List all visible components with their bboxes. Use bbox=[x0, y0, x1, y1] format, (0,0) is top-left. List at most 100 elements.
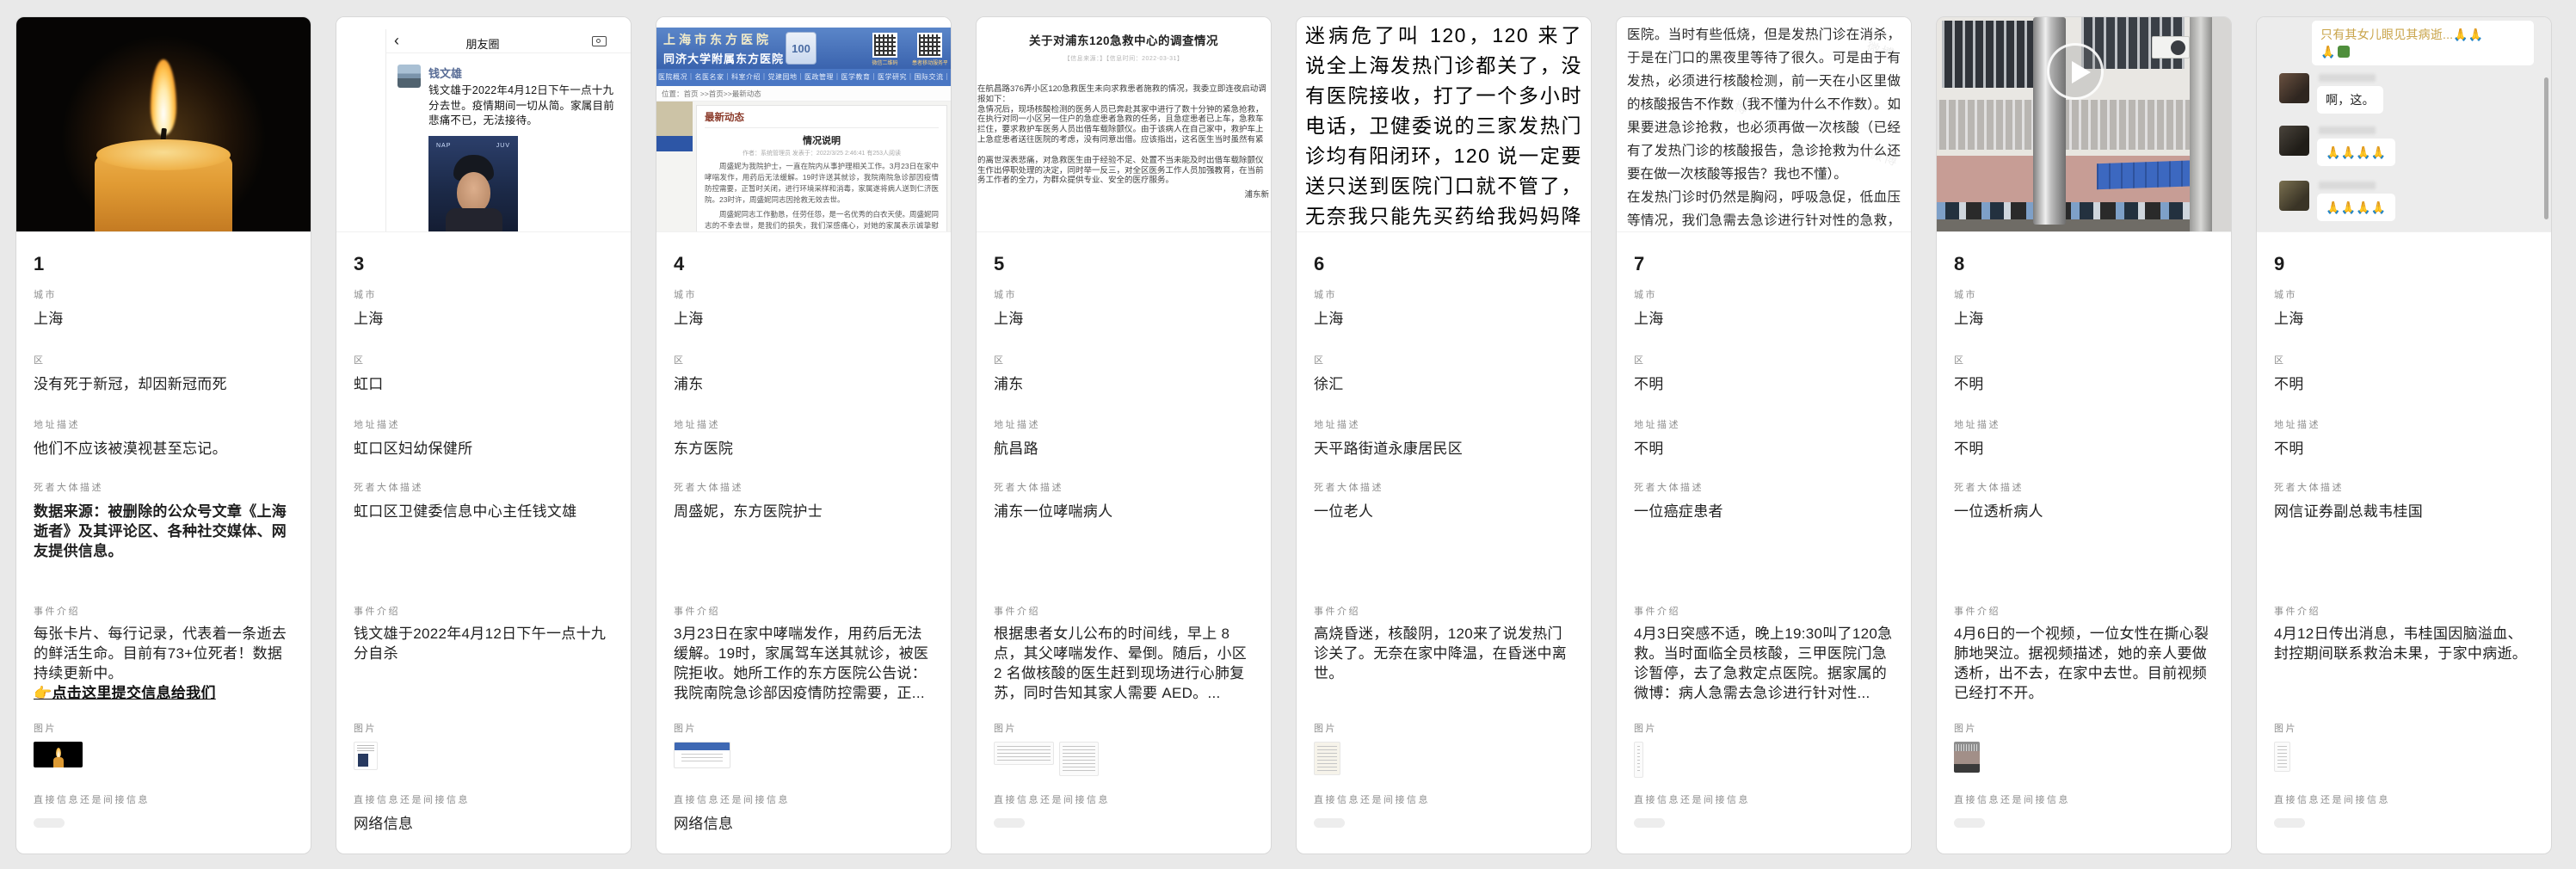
death-record-card[interactable]: 8 城市上海 区不明 地址描述不明 死者大体描述一位透析病人 事件介绍4月6日的… bbox=[1936, 16, 2232, 854]
field-label-event: 事件介绍 bbox=[1314, 606, 1574, 618]
field-label-deceased: 死者大体描述 bbox=[1954, 482, 2214, 494]
deceased-value: 网信证券副总裁韦桂国 bbox=[2274, 502, 2534, 521]
event-value: 每张卡片、每行记录，代表着一条逝去的鲜活生命。目前有73+位死者！数据持续更新中… bbox=[34, 624, 293, 704]
face-shape bbox=[457, 172, 490, 213]
field-label-district: 区 bbox=[1634, 354, 1894, 367]
district-value: 没有死于新冠，却因新冠而死 bbox=[34, 374, 293, 394]
announcement-panel: 最新动态 情况说明 作者：系统管理员 发表于：2022/3/25 2:46:41… bbox=[696, 105, 947, 232]
field-label-address: 地址描述 bbox=[34, 419, 293, 431]
avatar bbox=[2279, 73, 2309, 103]
death-record-card[interactable]: 微博 微博 微博 医院。当时有些低烧，但是发热门诊在消杀，于是在门口的黑夜里等待… bbox=[1616, 16, 1912, 854]
camera-icon bbox=[592, 36, 607, 46]
wechat-moments-screenshot: ‹ 朋友圈 钱文雄 钱文雄于2022年4月12日下午一点十九分去世。疫情期间一切… bbox=[336, 17, 631, 232]
deceased-value: 周盛妮，东方医院护士 bbox=[674, 502, 934, 521]
play-button-icon[interactable] bbox=[2047, 43, 2104, 100]
field-label-deceased: 死者大体描述 bbox=[34, 482, 293, 494]
field-label-image: 图片 bbox=[1954, 723, 2214, 735]
field-label-deceased: 死者大体描述 bbox=[354, 482, 613, 494]
field-label-direct: 直接信息还是间接信息 bbox=[34, 794, 293, 806]
evidence-thumbnail[interactable] bbox=[1634, 742, 1643, 778]
card-number: 9 bbox=[2274, 232, 2534, 275]
event-value: 4月6日的一个视频，一位女性在撕心裂肺地哭泣。据视频描述，她的亲人要做透析，出不… bbox=[1954, 624, 2214, 703]
weibo-text-screenshot: 微博 微博 微博 医院。当时有些低烧，但是发热门诊在消杀，于是在门口的黑夜里等待… bbox=[1617, 17, 1911, 232]
district-value: 不明 bbox=[1954, 374, 2214, 394]
death-record-card[interactable]: 只有其女儿眼见其病逝...🙏🙏 🙏 啊，这。 🙏🙏🙏🙏 🙏🙏🙏🙏 9 城市上海 … bbox=[2256, 16, 2552, 854]
field-label-image: 图片 bbox=[1314, 723, 1574, 735]
district-value: 浦东 bbox=[674, 374, 934, 394]
field-label-address: 地址描述 bbox=[354, 419, 613, 431]
field-label-deceased: 死者大体描述 bbox=[1634, 482, 1894, 494]
death-record-card[interactable]: 迷病危了叫 120，120 来了说全上海发热门诊都关了，没有医院接收，打了一个多… bbox=[1296, 16, 1592, 854]
site-nav: 医院概况｜名医名家｜科室介绍｜党建园地｜医政管理｜医学教育｜医学研究｜国际交流｜… bbox=[656, 69, 951, 86]
doc-meta: 作者：系统管理员 发表于：2022/3/25 2:46:41 有253人阅读 bbox=[705, 149, 939, 157]
field-label-city: 城市 bbox=[1954, 289, 2214, 301]
city-value: 上海 bbox=[1314, 309, 1574, 329]
evidence-thumbnail[interactable] bbox=[34, 742, 83, 767]
deceased-value: 虹口区卫健委信息中心主任钱文雄 bbox=[354, 502, 613, 521]
post-photo: NAP JUV bbox=[428, 136, 518, 233]
death-record-card[interactable]: ‹ 朋友圈 钱文雄 钱文雄于2022年4月12日下午一点十九分去世。疫情期间一切… bbox=[336, 16, 632, 854]
testimony-paragraph: 在发热门诊时仍然是胸闷，呼吸急促，低血压等情况，我们急需去急诊进行针对性的急救，… bbox=[1627, 186, 1901, 232]
district-value: 浦东 bbox=[994, 374, 1254, 394]
death-record-card[interactable]: 1 城市上海 区没有死于新冠，却因新冠而死 地址描述他们不应该被漠视甚至忘记。 … bbox=[15, 16, 311, 854]
field-label-direct: 直接信息还是间接信息 bbox=[1314, 794, 1574, 806]
metal-duct bbox=[2190, 17, 2212, 231]
evidence-thumbnail[interactable] bbox=[1059, 742, 1099, 776]
scrollbar[interactable] bbox=[2544, 77, 2548, 219]
field-label-direct: 直接信息还是间接信息 bbox=[1634, 794, 1894, 806]
field-label-direct: 直接信息还是间接信息 bbox=[354, 794, 613, 806]
deceased-value: 一位透析病人 bbox=[1954, 502, 2214, 521]
evidence-thumbnail[interactable] bbox=[354, 742, 378, 770]
wechat-group-chat-screenshot: 只有其女儿眼见其病逝...🙏🙏 🙏 啊，这。 🙏🙏🙏🙏 🙏🙏🙏🙏 bbox=[2257, 17, 2551, 232]
field-label-image: 图片 bbox=[1634, 723, 1894, 735]
candle-body bbox=[95, 142, 232, 232]
field-label-direct: 直接信息还是间接信息 bbox=[674, 794, 934, 806]
death-record-card[interactable]: 关于对浦东120急救中心的调查情况 【信息来源：】【信息时间：2022-03-3… bbox=[976, 16, 1272, 854]
scoreboard-text: NAP bbox=[436, 143, 451, 149]
doc-paragraph: 周盛妮为我院护士，一直在院内从事护理相关工作。3月23日在家中哮喘发作，用药后无… bbox=[705, 161, 939, 206]
field-label-event: 事件介绍 bbox=[1954, 606, 2214, 618]
district-value: 徐汇 bbox=[1314, 374, 1574, 394]
empty-value-pill bbox=[994, 818, 1025, 828]
evidence-thumbnail[interactable] bbox=[1314, 742, 1340, 775]
post-author: 钱文雄 bbox=[428, 65, 624, 81]
anniversary-100-badge: 100 bbox=[786, 32, 817, 65]
avatar bbox=[2279, 126, 2309, 156]
field-label-image: 图片 bbox=[674, 723, 934, 735]
submit-info-link[interactable]: 👉点击这里提交信息给我们 bbox=[34, 685, 216, 701]
hospital-name-calligraphy: 上海市东方医院 bbox=[663, 31, 784, 48]
moments-title: 朋友圈 bbox=[386, 35, 579, 52]
field-label-image: 图片 bbox=[994, 723, 1254, 735]
card-number: 5 bbox=[994, 232, 1254, 275]
evidence-thumbnail[interactable] bbox=[1954, 742, 1980, 773]
doc-meta: 【信息来源：】【信息时间：2022-03-31】 bbox=[977, 54, 1271, 63]
section-title: 最新动态 bbox=[705, 110, 939, 128]
field-label-image: 图片 bbox=[2274, 723, 2534, 735]
field-label-city: 城市 bbox=[34, 289, 293, 301]
field-label-direct: 直接信息还是间接信息 bbox=[994, 794, 1254, 806]
district-value: 虹口 bbox=[354, 374, 613, 394]
field-label-city: 城市 bbox=[2274, 289, 2534, 301]
address-value: 不明 bbox=[2274, 439, 2534, 459]
field-label-district: 区 bbox=[1314, 354, 1574, 367]
field-label-city: 城市 bbox=[994, 289, 1254, 301]
hospital-name: 同济大学附属东方医院 bbox=[663, 50, 784, 66]
city-value: 上海 bbox=[354, 309, 613, 329]
card-number: 1 bbox=[34, 232, 293, 275]
green-emoji-image bbox=[2338, 46, 2350, 58]
field-label-event: 事件介绍 bbox=[2274, 606, 2534, 618]
empty-value-pill bbox=[1634, 818, 1665, 828]
direct-value: 网络信息 bbox=[674, 814, 934, 834]
evidence-thumbnail[interactable] bbox=[2274, 742, 2290, 772]
chat-bubble: 🙏🙏🙏🙏 bbox=[2317, 194, 2395, 221]
evidence-thumbnail[interactable] bbox=[674, 742, 730, 768]
field-label-district: 区 bbox=[1954, 354, 2214, 367]
blurred-sender-name bbox=[2319, 74, 2376, 82]
deceased-value: 一位癌症患者 bbox=[1634, 502, 1894, 521]
event-value: 高烧昏迷，核酸阴，120来了说发热门诊关了。无奈在家中降温，在昏迷中离世。 bbox=[1314, 624, 1574, 683]
field-label-event: 事件介绍 bbox=[354, 606, 613, 618]
death-record-card[interactable]: 上海市东方医院 同济大学附属东方医院 100 微信二维码 患者移动服务平台 医院… bbox=[656, 16, 952, 854]
memorial-candle-photo bbox=[16, 17, 311, 232]
evidence-thumbnail[interactable] bbox=[994, 742, 1054, 765]
sidebar-block bbox=[656, 136, 693, 151]
